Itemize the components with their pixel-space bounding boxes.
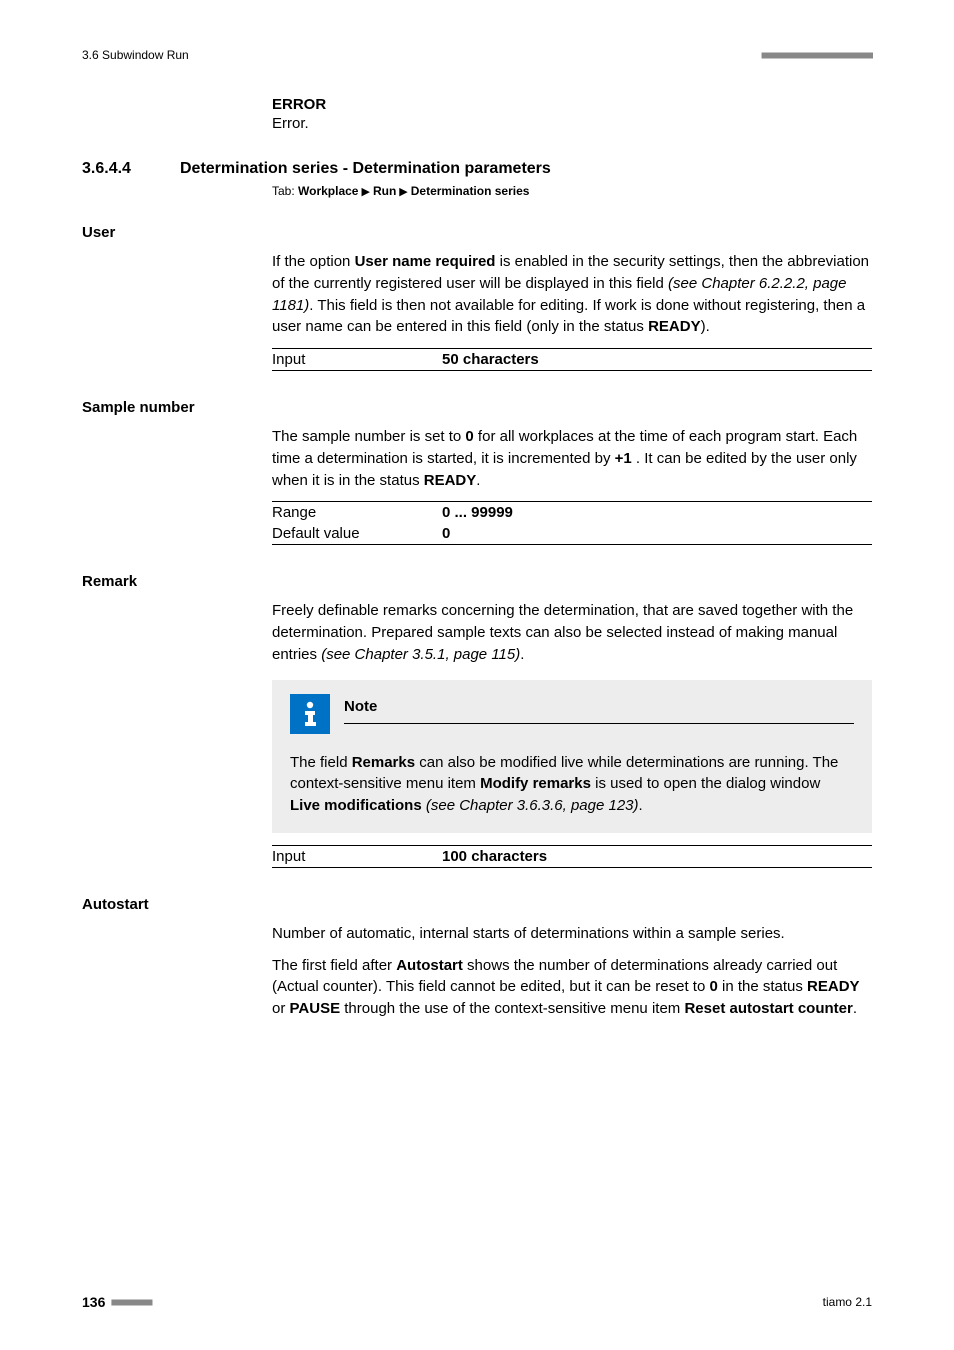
tab-path-1: Run <box>373 184 396 198</box>
sample-range-label: Range <box>272 504 442 521</box>
info-icon <box>290 694 330 734</box>
tab-breadcrumb: Tab: Workplace▶Run▶Determination series <box>272 184 872 198</box>
user-input-value: 50 characters <box>442 351 539 368</box>
footer-dots: ■■■■■■■■ <box>111 1297 151 1308</box>
tab-path-0: Workplace <box>298 184 358 198</box>
user-paragraph: If the option User name required is enab… <box>272 251 872 338</box>
remark-input-value: 100 characters <box>442 848 547 865</box>
footer-product: tiamo 2.1 <box>823 1295 872 1309</box>
arrow-icon: ▶ <box>358 186 372 198</box>
note-title: Note <box>344 698 377 715</box>
section-heading: 3.6.4.4 Determination series - Determina… <box>82 160 872 178</box>
error-desc: Error. <box>272 115 872 132</box>
page-footer: 136 ■■■■■■■■ tiamo 2.1 <box>82 1294 872 1310</box>
tab-prefix: Tab: <box>272 184 298 198</box>
user-input-label: Input <box>272 351 442 368</box>
sample-range-value: 0 ... 99999 <box>442 504 513 521</box>
sample-spec-table: Range 0 ... 99999 Default value 0 <box>272 501 872 545</box>
section-title: Determination series - Determination par… <box>180 160 551 178</box>
sample-paragraph: The sample number is set to 0 for all wo… <box>272 426 872 491</box>
remark-spec-table: Input 100 characters <box>272 845 872 868</box>
page-header: 3.6 Subwindow Run ■■■■■■■■■■■■■■■■■■■■■■ <box>82 48 872 62</box>
note-box: Note The field Remarks can also be modif… <box>272 680 872 833</box>
sample-label: Sample number <box>82 399 872 416</box>
remark-label: Remark <box>82 573 872 590</box>
user-spec-table: Input 50 characters <box>272 348 872 371</box>
note-body: The field Remarks can also be modified l… <box>290 752 854 817</box>
tab-path-2: Determination series <box>411 184 530 198</box>
user-label: User <box>82 224 872 241</box>
sample-default-value: 0 <box>442 525 450 542</box>
sample-default-label: Default value <box>272 525 442 542</box>
page-number: 136 <box>82 1294 105 1310</box>
error-title: ERROR <box>272 96 872 113</box>
header-dots: ■■■■■■■■■■■■■■■■■■■■■■ <box>762 50 872 61</box>
section-number: 3.6.4.4 <box>82 160 180 178</box>
autostart-paragraph-1: Number of automatic, internal starts of … <box>272 923 872 945</box>
remark-input-label: Input <box>272 848 442 865</box>
autostart-label: Autostart <box>82 896 872 913</box>
autostart-paragraph-2: The first field after Autostart shows th… <box>272 955 872 1020</box>
header-section-ref: 3.6 Subwindow Run <box>82 48 189 62</box>
remark-paragraph: Freely definable remarks concerning the … <box>272 600 872 665</box>
arrow-icon: ▶ <box>396 186 410 198</box>
